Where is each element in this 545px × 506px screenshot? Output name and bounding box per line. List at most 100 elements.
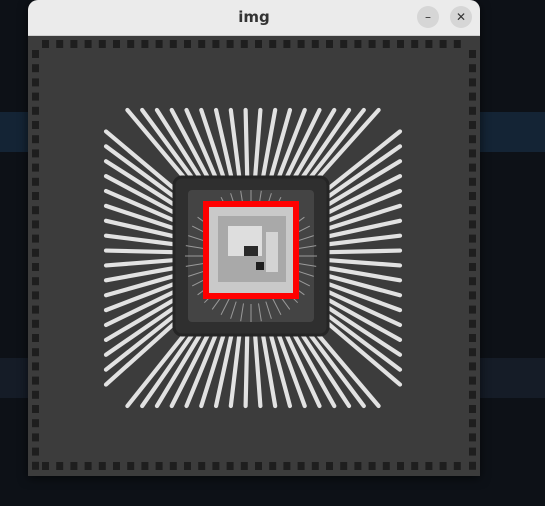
edge-pin [469,121,476,129]
edge-pin [127,462,135,470]
edge-pin [453,40,461,48]
edge-pin [382,462,390,470]
edge-pin [32,234,39,243]
edge-pin [354,462,362,470]
edge-pin [32,376,39,385]
edge-pin [469,92,476,101]
edge-pin [32,248,39,257]
edge-pin [469,149,476,158]
edge-pin [32,334,39,342]
edge-pin [283,40,291,48]
edge-pin [469,177,476,186]
window-titlebar[interactable]: img – ✕ [28,0,480,36]
edge-pin [56,40,64,48]
edge-pin [155,462,163,470]
edge-pin [311,462,319,470]
edge-pin [469,206,476,215]
edge-pin [32,277,39,286]
edge-pin [240,40,248,48]
lead [319,248,403,255]
edge-pin [113,462,120,470]
edge-pin [98,462,106,470]
edge-pin [439,462,447,470]
edge-pin [469,419,476,428]
edge-pin [226,40,234,48]
edge-pin [425,462,433,470]
edge-pin [32,135,39,144]
edge-pin [32,319,39,328]
edge-pin [70,462,78,470]
edge-pin [469,433,476,442]
edge-pin [469,64,476,73]
edge-pin [397,462,404,470]
edge-pin [469,291,476,300]
edge-pin [297,40,305,48]
edge-pin [32,305,39,314]
edge-pin [340,40,348,48]
edge-pin [32,177,39,186]
edge-pin [32,390,39,399]
edge-pin [141,40,149,48]
edge-pin [84,462,92,470]
edge-pin [469,234,476,243]
edge-pin [169,462,177,470]
edge-pin [84,40,92,48]
edge-pin [255,40,262,48]
edge-pin [469,277,476,286]
edge-pin [340,462,348,470]
edge-pin [269,462,277,470]
window-title: img [238,8,270,26]
edge-pin [469,305,476,314]
edge-pin [453,462,461,470]
edge-pin [469,263,476,271]
edge-pin [32,291,39,300]
edge-pin [469,220,476,229]
edge-pin [255,462,262,470]
edge-pin [56,462,64,470]
edge-pin [469,405,476,413]
edge-pin [42,40,49,48]
edge-pin [469,163,476,172]
edge-pin [469,106,476,115]
edge-pin [240,462,248,470]
edge-pin [198,40,206,48]
edge-pin [113,40,120,48]
edge-pin [32,461,39,470]
edge-pin [169,40,177,48]
edge-pin [32,64,39,73]
edge-pin [184,40,191,48]
edge-pin [439,40,447,48]
edge-pin [469,447,476,456]
edge-pin [469,50,476,58]
edge-pin [469,248,476,257]
chip-image [28,36,480,476]
lead [243,107,250,187]
edge-pin [326,40,333,48]
close-icon: ✕ [455,10,467,24]
minimize-button[interactable]: – [417,6,439,28]
edge-pin [32,106,39,115]
edge-pin [368,462,376,470]
lead [243,325,250,409]
edge-pin [32,149,39,158]
edge-pin [469,348,476,357]
edge-pin [469,319,476,328]
edge-pin [469,135,476,144]
edge-pin [32,50,39,58]
die-block-2 [266,232,278,272]
edge-pin [42,462,49,470]
edge-pin [382,40,390,48]
edge-pin [32,220,39,229]
edge-pin [32,121,39,129]
edge-pin [198,462,206,470]
image-viewer-window: img – ✕ [28,0,480,476]
minimize-icon: – [425,10,431,24]
close-button[interactable]: ✕ [450,6,472,28]
edge-pin [32,92,39,101]
edge-pin [411,462,419,470]
edge-pin [212,40,220,48]
edge-pin [32,447,39,456]
image-canvas [28,36,480,476]
edge-pin [32,192,39,200]
edge-pin [70,40,78,48]
